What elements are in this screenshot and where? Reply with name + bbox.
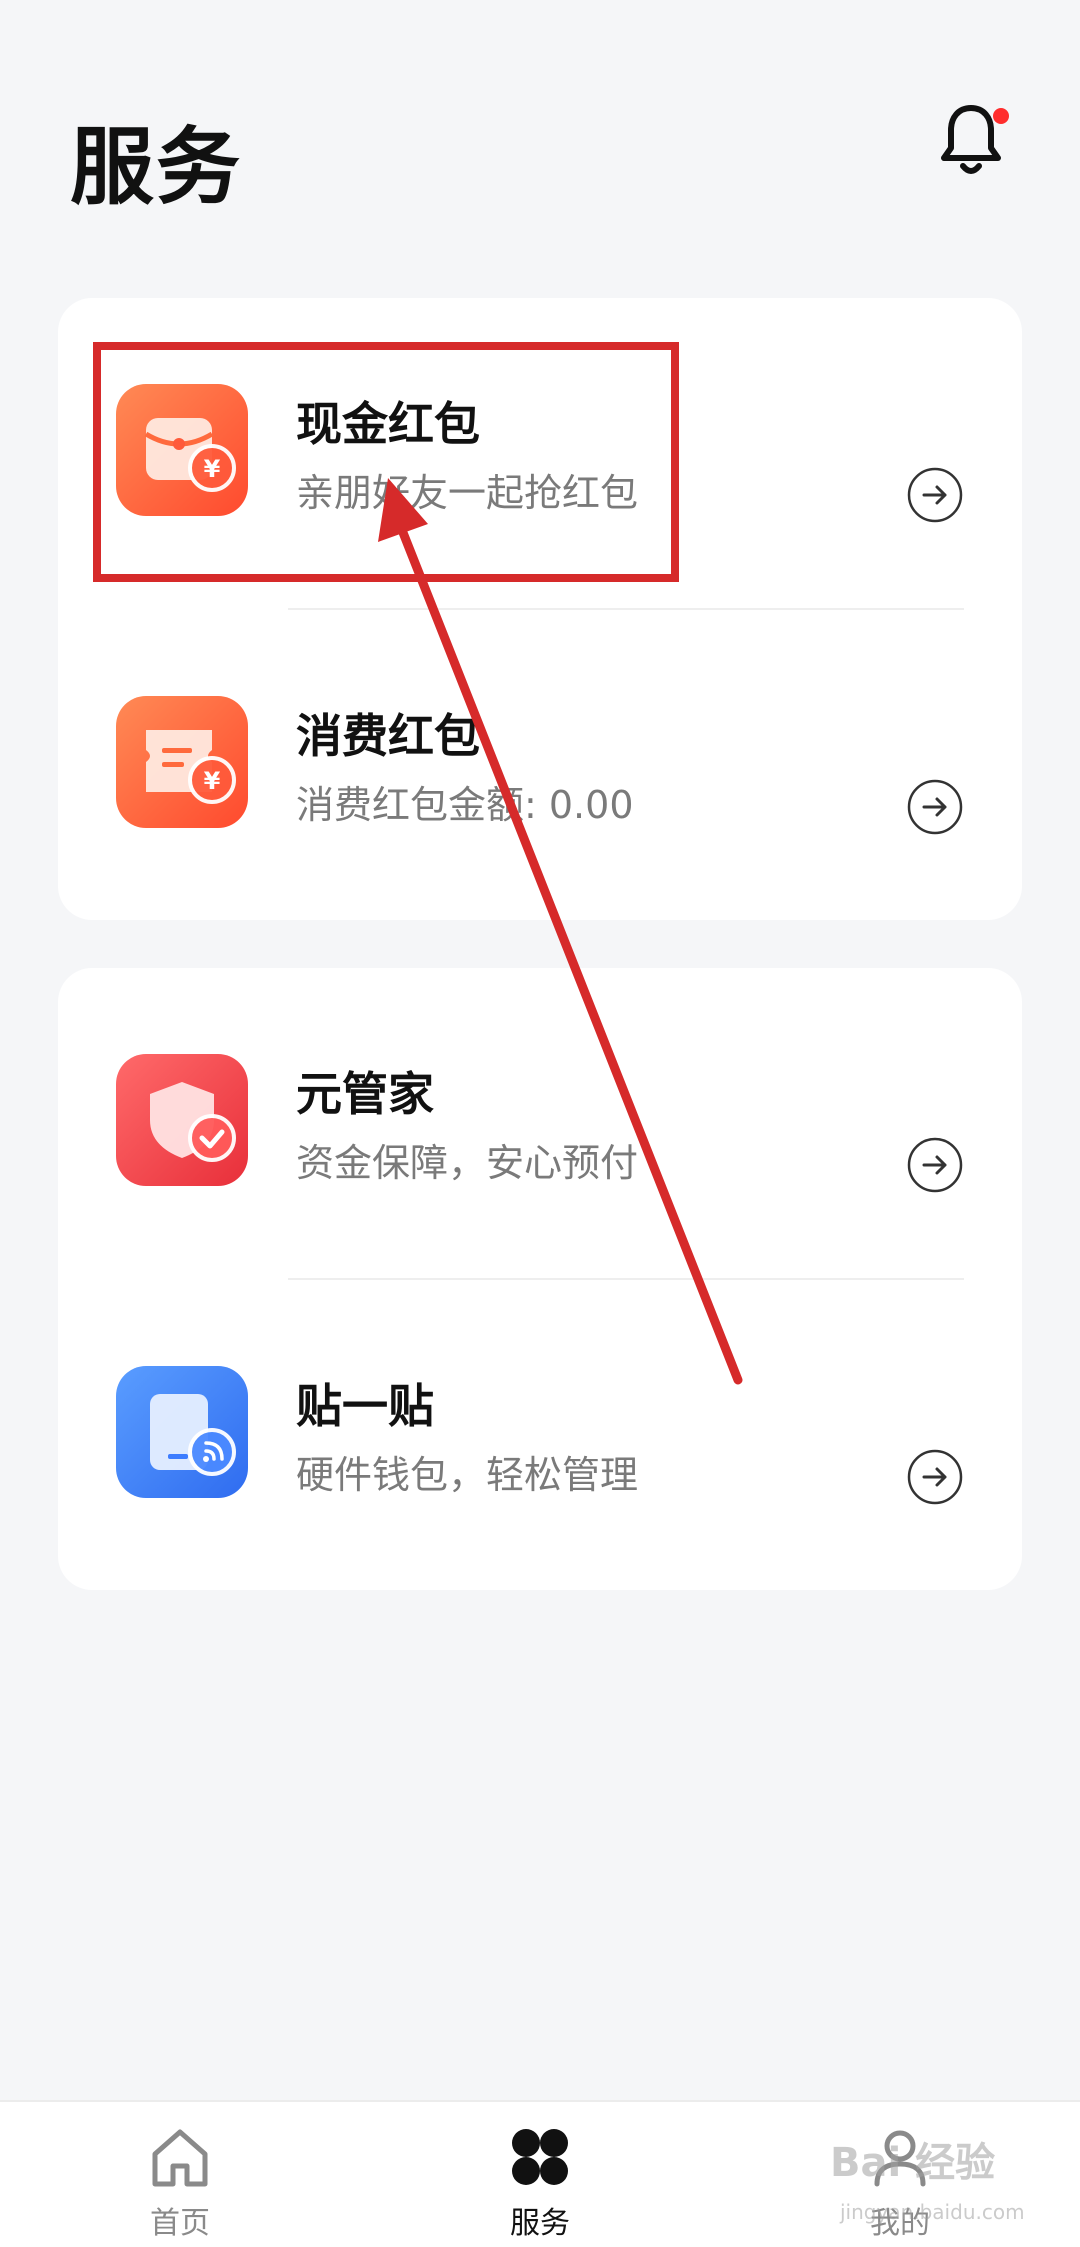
tab-label: 首页 [150, 2206, 210, 2241]
row-subtitle: 消费红包金额: 0.00 [296, 783, 634, 827]
tab-home[interactable]: 首页 [80, 2122, 280, 2242]
tab-label: 服务 [510, 2206, 570, 2241]
annotation-highlight-box [93, 342, 679, 582]
arrow-right-circle-icon[interactable] [906, 466, 964, 524]
yuan-manager-row[interactable]: 元管家 资金保障，安心预付 [58, 968, 1022, 1280]
svg-text:¥: ¥ [204, 767, 221, 795]
home-icon [152, 2129, 208, 2187]
consumption-red-packet-row[interactable]: ¥ 消费红包 消费红包金额: 0.00 [58, 610, 1022, 922]
notification-dot [993, 108, 1009, 124]
watermark-url: jingyan.baidu.com [840, 2200, 1025, 2224]
shield-check-icon [116, 1054, 248, 1186]
tap-card-row[interactable]: 贴一贴 硬件钱包，轻松管理 [58, 1280, 1022, 1592]
service-card-wallet: 元管家 资金保障，安心预付 贴一贴 硬件钱包，轻松管理 [58, 968, 1022, 1590]
tab-service[interactable]: 服务 [440, 2122, 640, 2242]
row-title: 贴一贴 [296, 1379, 434, 1433]
arrow-right-circle-icon[interactable] [906, 1448, 964, 1506]
row-title: 元管家 [296, 1067, 434, 1121]
arrow-right-circle-icon[interactable] [906, 778, 964, 836]
nfc-card-icon [116, 1366, 248, 1498]
page-title: 服务 [70, 118, 243, 216]
row-title: 消费红包 [296, 709, 480, 763]
arrow-right-circle-icon[interactable] [906, 1136, 964, 1194]
watermark-logo: Bai 经验 [830, 2140, 996, 2186]
row-subtitle: 资金保障，安心预付 [296, 1141, 639, 1185]
row-subtitle: 硬件钱包，轻松管理 [296, 1453, 639, 1497]
services-grid-icon [512, 2129, 568, 2185]
voucher-yuan-icon: ¥ [116, 696, 248, 828]
